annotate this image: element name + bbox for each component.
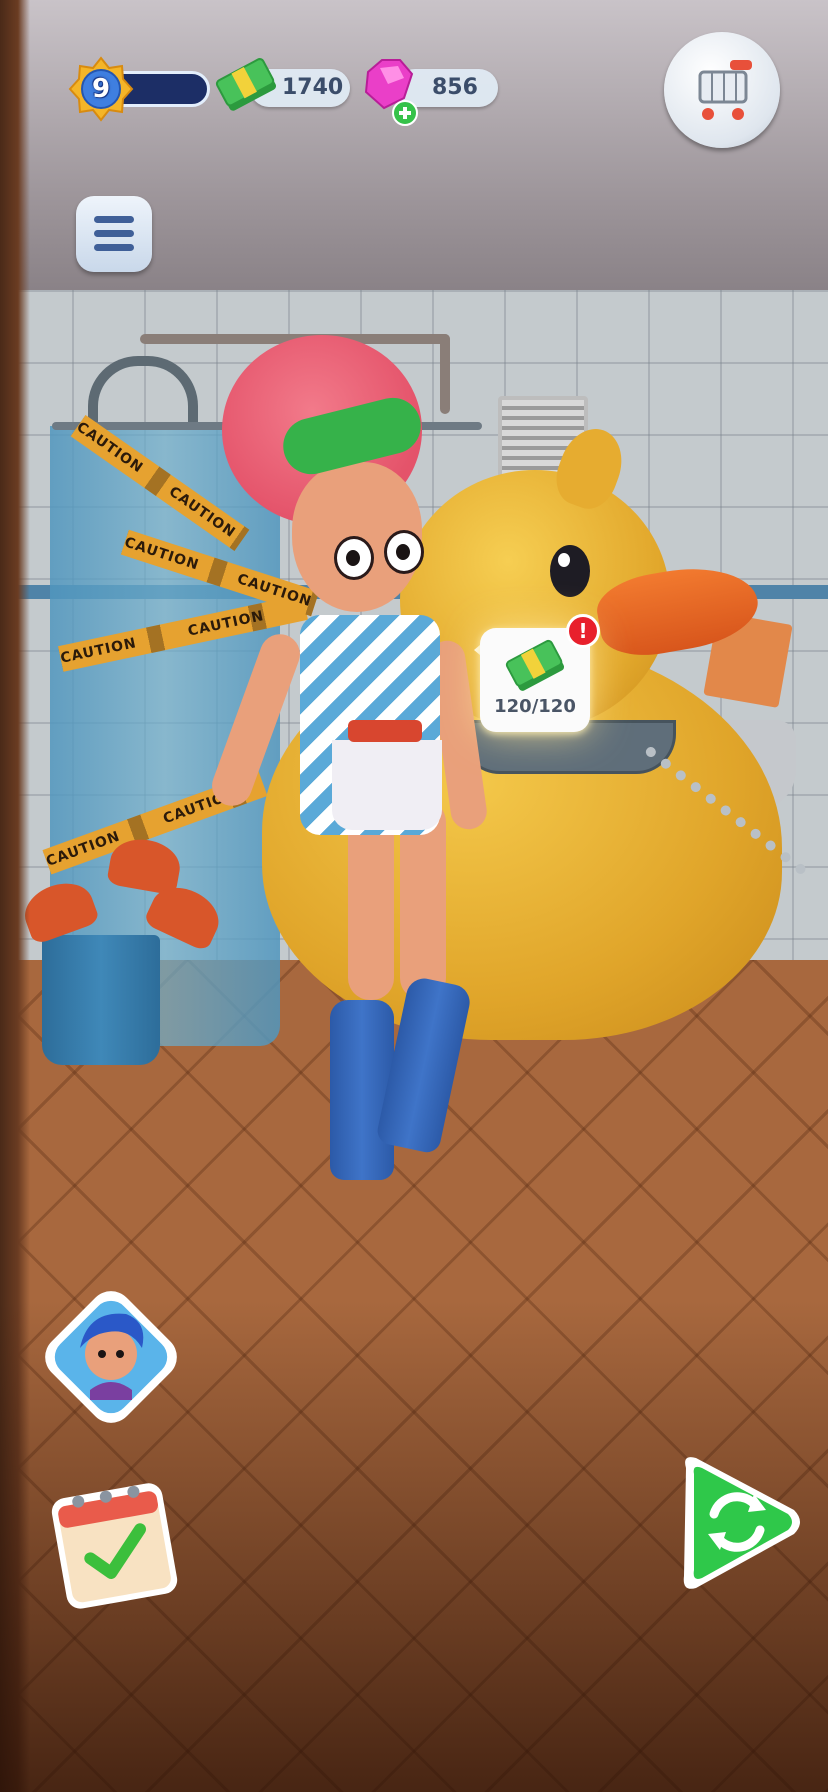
character-button[interactable] bbox=[36, 1282, 186, 1432]
cash-stack-icon bbox=[505, 639, 565, 691]
alert-icon: ! bbox=[566, 614, 600, 648]
gem-amount: 856 bbox=[432, 75, 478, 100]
shop-button[interactable] bbox=[664, 32, 780, 148]
rubber-duck-eye-shine bbox=[558, 553, 570, 567]
plus-icon[interactable] bbox=[392, 100, 418, 126]
menu-button[interactable] bbox=[76, 196, 152, 272]
tasks-button[interactable] bbox=[44, 1468, 184, 1618]
character-belt bbox=[348, 720, 422, 742]
swap-button[interactable] bbox=[666, 1448, 808, 1596]
shopping-cart-icon bbox=[698, 60, 752, 120]
calendar-checkmark-icon bbox=[51, 1483, 178, 1609]
pipe bbox=[440, 334, 450, 414]
level-number: 9 bbox=[91, 74, 111, 104]
character-boot bbox=[330, 1000, 394, 1180]
rubber-duck-eye bbox=[550, 545, 590, 597]
cash-stack-icon bbox=[215, 58, 276, 111]
reward-progress: 120/120 bbox=[494, 696, 576, 717]
character-pupil bbox=[396, 544, 410, 560]
character-shorts bbox=[332, 740, 442, 830]
cash-amount: 1740 bbox=[282, 75, 344, 100]
character-pupil bbox=[346, 550, 360, 566]
bucket bbox=[42, 935, 160, 1065]
